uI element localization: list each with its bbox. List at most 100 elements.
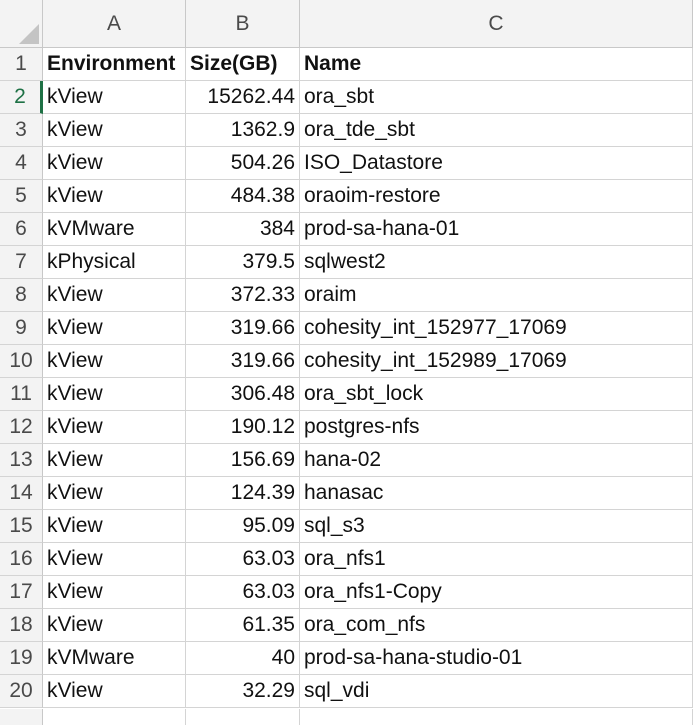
cell-size[interactable]: 384 [186, 213, 300, 246]
table-row: 12 kView 190.12 postgres-nfs [0, 411, 693, 444]
row-number[interactable]: 20 [0, 675, 43, 708]
row-number[interactable]: 1 [0, 48, 43, 81]
row-number[interactable]: 19 [0, 642, 43, 675]
cell-size[interactable]: 63.03 [186, 543, 300, 576]
row-number[interactable]: 17 [0, 576, 43, 609]
cell-name[interactable]: prod-sa-hana-01 [300, 213, 693, 246]
cell-name[interactable]: hanasac [300, 477, 693, 510]
row-number[interactable]: 3 [0, 114, 43, 147]
cell-environment[interactable]: kView [43, 114, 186, 147]
cell-name[interactable]: oraim [300, 279, 693, 312]
cell-name[interactable]: sql_s3 [300, 510, 693, 543]
cell-size[interactable]: 32.29 [186, 675, 300, 708]
table-row: 4 kView 504.26 ISO_Datastore [0, 147, 693, 180]
column-header-a[interactable]: A [43, 0, 186, 48]
cell-size[interactable]: 372.33 [186, 279, 300, 312]
cell-name[interactable]: ora_nfs1-Copy [300, 576, 693, 609]
cell-size[interactable]: 319.66 [186, 345, 300, 378]
cell-environment[interactable]: kView [43, 609, 186, 642]
cell-name[interactable]: cohesity_int_152989_17069 [300, 345, 693, 378]
row-number[interactable]: 14 [0, 477, 43, 510]
column-header-c[interactable]: C [300, 0, 693, 48]
column-header-row: A B C [0, 0, 693, 48]
cell-environment[interactable]: kView [43, 477, 186, 510]
cell-size[interactable]: 40 [186, 642, 300, 675]
cell-name[interactable]: sql_vdi [300, 675, 693, 708]
row-number[interactable]: 2 [0, 81, 43, 114]
cell-environment[interactable]: kView [43, 180, 186, 213]
cell-environment[interactable]: kVMware [43, 642, 186, 675]
row-number[interactable]: 7 [0, 246, 43, 279]
cell-environment[interactable]: kView [43, 543, 186, 576]
row-number[interactable]: 13 [0, 444, 43, 477]
select-all-triangle-icon [19, 24, 39, 44]
cell-size[interactable]: 63.03 [186, 576, 300, 609]
cell-environment[interactable]: kView [43, 345, 186, 378]
cell-environment[interactable]: kView [43, 444, 186, 477]
row-number[interactable]: 6 [0, 213, 43, 246]
cell-name[interactable]: prod-sa-hana-studio-01 [300, 642, 693, 675]
cell-environment[interactable] [43, 709, 186, 725]
cell-size[interactable]: 156.69 [186, 444, 300, 477]
cell-environment[interactable]: kView [43, 147, 186, 180]
cell-name[interactable]: ora_com_nfs [300, 609, 693, 642]
row-number[interactable]: 10 [0, 345, 43, 378]
table-header-row: 1 Environment Size(GB) Name [0, 48, 693, 81]
cell-environment[interactable]: kView [43, 81, 186, 114]
row-number[interactable]: 16 [0, 543, 43, 576]
cell-name[interactable]: ISO_Datastore [300, 147, 693, 180]
table-row: 6 kVMware 384 prod-sa-hana-01 [0, 213, 693, 246]
cell-environment[interactable]: kPhysical [43, 246, 186, 279]
cell-size[interactable]: 15262.44 [186, 81, 300, 114]
cell-name[interactable]: ora_tde_sbt [300, 114, 693, 147]
cell-size[interactable]: 190.12 [186, 411, 300, 444]
cell-environment[interactable]: kView [43, 675, 186, 708]
header-cell-name[interactable]: Name [300, 48, 693, 81]
table-row: 9 kView 319.66 cohesity_int_152977_17069 [0, 312, 693, 345]
cell-name[interactable]: ora_sbt [300, 81, 693, 114]
cell-size[interactable] [186, 709, 300, 725]
row-number[interactable]: 11 [0, 378, 43, 411]
cell-name[interactable]: hana-02 [300, 444, 693, 477]
cell-size[interactable]: 504.26 [186, 147, 300, 180]
row-number[interactable]: 4 [0, 147, 43, 180]
cell-size[interactable]: 319.66 [186, 312, 300, 345]
cell-environment[interactable]: kView [43, 576, 186, 609]
cell-size[interactable]: 61.35 [186, 609, 300, 642]
cell-size[interactable]: 306.48 [186, 378, 300, 411]
cell-environment[interactable]: kView [43, 510, 186, 543]
table-row: 8 kView 372.33 oraim [0, 279, 693, 312]
cell-size[interactable]: 1362.9 [186, 114, 300, 147]
header-cell-environment[interactable]: Environment [43, 48, 186, 81]
cell-name[interactable]: postgres-nfs [300, 411, 693, 444]
table-row: 15 kView 95.09 sql_s3 [0, 510, 693, 543]
row-number[interactable]: 9 [0, 312, 43, 345]
cell-environment[interactable]: kView [43, 279, 186, 312]
cell-environment[interactable]: kVMware [43, 213, 186, 246]
column-header-b[interactable]: B [186, 0, 300, 48]
row-number[interactable]: 8 [0, 279, 43, 312]
cell-size[interactable]: 95.09 [186, 510, 300, 543]
cell-name[interactable]: ora_sbt_lock [300, 378, 693, 411]
row-number[interactable]: 15 [0, 510, 43, 543]
row-number[interactable]: 12 [0, 411, 43, 444]
cell-name[interactable]: sqlwest2 [300, 246, 693, 279]
cell-name[interactable]: ora_nfs1 [300, 543, 693, 576]
cell-size[interactable]: 124.39 [186, 477, 300, 510]
cell-size[interactable]: 379.5 [186, 246, 300, 279]
cell-environment[interactable]: kView [43, 378, 186, 411]
table-row: 17 kView 63.03 ora_nfs1-Copy [0, 576, 693, 609]
row-number[interactable]: 18 [0, 609, 43, 642]
row-number[interactable] [0, 709, 43, 725]
row-number[interactable]: 5 [0, 180, 43, 213]
header-cell-size[interactable]: Size(GB) [186, 48, 300, 81]
cell-size[interactable]: 484.38 [186, 180, 300, 213]
cell-name[interactable] [300, 709, 693, 725]
spreadsheet-grid: A B C 1 Environment Size(GB) Name 2 kView… [0, 0, 693, 725]
cell-name[interactable]: cohesity_int_152977_17069 [300, 312, 693, 345]
table-row-partial [0, 709, 693, 725]
cell-environment[interactable]: kView [43, 312, 186, 345]
cell-environment[interactable]: kView [43, 411, 186, 444]
select-all-corner[interactable] [0, 0, 43, 48]
cell-name[interactable]: oraoim-restore [300, 180, 693, 213]
